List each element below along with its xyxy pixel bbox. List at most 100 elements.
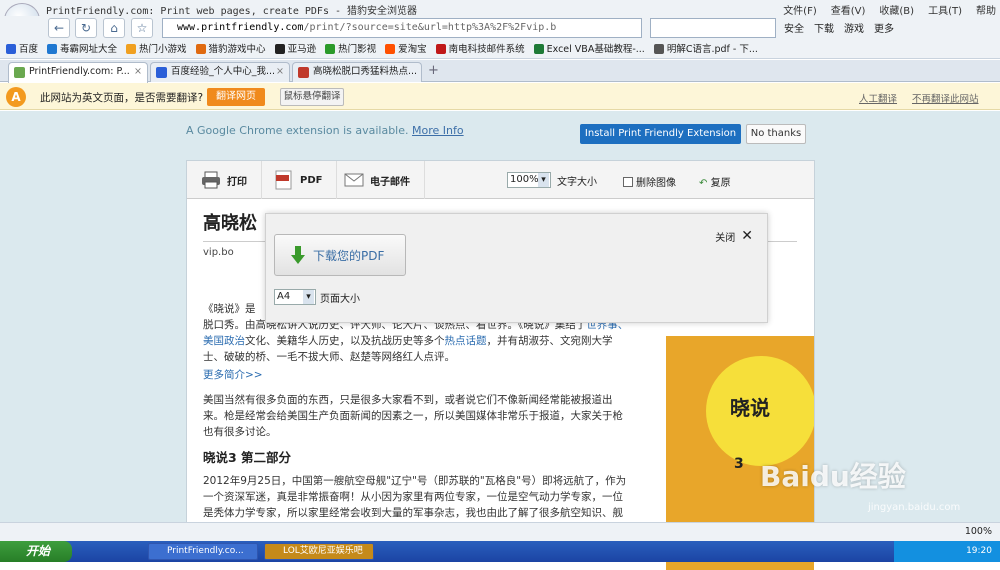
bookmark-item[interactable]: 爱淘宝 <box>385 40 427 58</box>
tab-favicon-icon <box>298 67 309 78</box>
close-icon: ✕ <box>741 228 753 244</box>
pf-toolbar: 打印 PDF 电子邮件 100% 文字大小 删除图像 ↶ 复原 <box>187 161 814 199</box>
translate-page-button[interactable]: 翻译网页 <box>207 88 265 106</box>
navigation-bar: ← ↻ ⌂ ☆ www.printfriendly.com/print/?sou… <box>0 16 1000 40</box>
zoom-level[interactable]: 100% <box>965 526 992 537</box>
tab-favicon-icon <box>156 67 167 78</box>
delete-images-checkbox[interactable] <box>623 176 633 187</box>
bookmark-icon <box>47 44 58 54</box>
address-path: /print/?source=site&url=http%3A%2F%2Fvip… <box>303 22 557 33</box>
paper-size-label: 页面大小 <box>320 293 360 305</box>
extension-message: A Google Chrome extension is available. … <box>186 124 464 137</box>
close-dialog-button[interactable]: 关闭 ✕ <box>715 228 753 244</box>
undo-icon: ↶ <box>699 178 708 189</box>
hover-translate-button[interactable]: 鼠标悬停翻译 <box>280 88 344 106</box>
taskbar-item[interactable]: LOL艾欧尼亚娱乐吧 <box>264 543 374 560</box>
bookmark-item[interactable]: Excel VBA基础教程-... <box>533 40 645 58</box>
printer-icon <box>202 171 220 189</box>
bookmark-item[interactable]: 亚马逊 <box>274 40 316 58</box>
taskbar-item[interactable]: PrintFriendly.co... <box>148 543 258 560</box>
start-button[interactable]: 开始 <box>0 541 72 562</box>
bookmark-icon <box>653 44 664 54</box>
watermark-logo: Baidu经验 <box>760 460 906 493</box>
paper-size-control: A4 页面大小 <box>274 289 360 305</box>
more-info-link[interactable]: More Info <box>412 124 464 137</box>
bookmark-icon <box>6 44 16 54</box>
no-thanks-button[interactable]: No thanks <box>746 124 806 144</box>
delete-images-toggle[interactable]: 删除图像 <box>623 174 676 189</box>
close-icon[interactable]: × <box>276 63 284 81</box>
bookmark-item[interactable]: 热门小游戏 <box>126 40 187 58</box>
safe-button[interactable]: 安全 <box>784 20 804 35</box>
pdf-button[interactable]: PDF <box>260 161 338 199</box>
menu-bar: 文件(F) 查看(V) 收藏(B) 工具(T) 帮助 <box>783 2 996 17</box>
address-bar[interactable]: www.printfriendly.com/print/?source=site… <box>162 18 642 38</box>
system-tray: 19:20 <box>894 541 1000 562</box>
taskbar: 开始 PrintFriendly.co... LOL艾欧尼亚娱乐吧 19:20 <box>0 541 1000 562</box>
favorite-star-icon[interactable]: ☆ <box>131 18 153 38</box>
text-size-control: 100% 文字大小 <box>507 172 597 188</box>
right-tools: 安全 下载 游戏 更多 <box>784 20 894 35</box>
translate-message: 此网站为英文页面，是否需要翻译? <box>40 92 204 104</box>
more-intro-link[interactable]: 更多简介>> <box>203 367 633 383</box>
download-pdf-button[interactable]: 下载您的PDF <box>274 234 406 276</box>
window-title: PrintFriendly.com: Print web pages, crea… <box>46 6 418 17</box>
bookmark-icon <box>325 44 336 54</box>
book-title: 晓说 <box>730 396 770 420</box>
article-source: vip.bo <box>203 247 234 258</box>
games-button[interactable]: 游戏 <box>844 20 864 35</box>
bookmark-item[interactable]: 南电科技邮件系统 <box>435 40 525 58</box>
print-button[interactable]: 打印 <box>187 161 262 199</box>
tab-strip: PrintFriendly.com: P... × 百度经验_个人中心_我... ×… <box>0 60 1000 83</box>
home-icon[interactable]: ⌂ <box>103 18 125 38</box>
title-bar: PrintFriendly.com: Print web pages, crea… <box>0 0 1000 17</box>
translate-logo-icon: A <box>6 87 26 107</box>
tab-gaoxiaosong[interactable]: 高晓松脱口秀猛料热点... <box>292 62 422 82</box>
pdf-download-dialog: 下载您的PDF A4 页面大小 关闭✕ <box>265 213 768 323</box>
refresh-icon[interactable]: ↻ <box>75 18 97 38</box>
chrome-extension-banner: A Google Chrome extension is available. … <box>0 111 1000 157</box>
close-icon[interactable]: × <box>134 63 142 81</box>
bookmarks-bar: 百度 毒霸网址大全 热门小游戏 猎豹游戏中心 亚马逊 热门影视 爱淘宝 南电科技… <box>0 40 1000 59</box>
bookmark-item[interactable]: 百度 <box>6 40 38 58</box>
undo-button[interactable]: ↶ 复原 <box>699 174 731 189</box>
menu-help[interactable]: 帮助 <box>976 2 996 17</box>
pdf-icon <box>275 170 292 190</box>
tab-baidu-jingyan[interactable]: 百度经验_个人中心_我... × <box>150 62 290 82</box>
install-extension-button[interactable]: Install Print Friendly Extension <box>580 124 741 144</box>
bookmark-icon <box>126 44 137 54</box>
inline-link[interactable]: 热点话题 <box>445 335 487 347</box>
envelope-icon <box>344 173 364 187</box>
bookmark-item[interactable]: 猎豹游戏中心 <box>195 40 266 58</box>
menu-favorites[interactable]: 收藏(B) <box>879 2 914 17</box>
menu-file[interactable]: 文件(F) <box>783 2 817 17</box>
clock: 19:20 <box>966 546 992 556</box>
address-domain: www.printfriendly.com <box>177 22 304 33</box>
tab-printfriendly[interactable]: PrintFriendly.com: P... × <box>8 62 148 83</box>
menu-view[interactable]: 查看(V) <box>831 2 866 17</box>
status-bar: 100% <box>0 522 1000 541</box>
more-button[interactable]: 更多 <box>874 20 894 35</box>
bookmark-item[interactable]: 明解C语言.pdf - 下... <box>653 40 758 58</box>
bookmark-item[interactable]: 热门影视 <box>325 40 376 58</box>
back-icon[interactable]: ← <box>48 18 70 38</box>
new-tab-icon[interactable]: + <box>428 63 439 78</box>
menu-tools[interactable]: 工具(T) <box>928 2 962 17</box>
bookmark-icon <box>533 44 544 54</box>
email-button[interactable]: 电子邮件 <box>330 161 425 199</box>
download-arrow-icon <box>291 246 305 264</box>
tab-favicon-icon <box>14 67 25 78</box>
bookmark-icon <box>385 44 396 54</box>
bookmark-item[interactable]: 毒霸网址大全 <box>47 40 117 58</box>
never-translate-link[interactable]: 不再翻译此网站 <box>912 91 979 105</box>
text-size-select[interactable]: 100% <box>507 172 551 188</box>
manual-translate-link[interactable]: 人工翻译 <box>859 91 897 105</box>
book-number: 3 <box>734 456 744 472</box>
article-paragraph-2: 美国当然有很多负面的东西，只是很多大家看不到，或者说它们不像新闻经常能被报道出来… <box>203 394 623 438</box>
article-heading-2: 晓说3 第二部分 <box>203 450 292 465</box>
bookmark-icon <box>195 44 206 54</box>
paper-size-select[interactable]: A4 <box>274 289 316 305</box>
text-size-label: 文字大小 <box>557 176 597 188</box>
search-input[interactable] <box>650 18 776 38</box>
download-button[interactable]: 下载 <box>814 20 834 35</box>
